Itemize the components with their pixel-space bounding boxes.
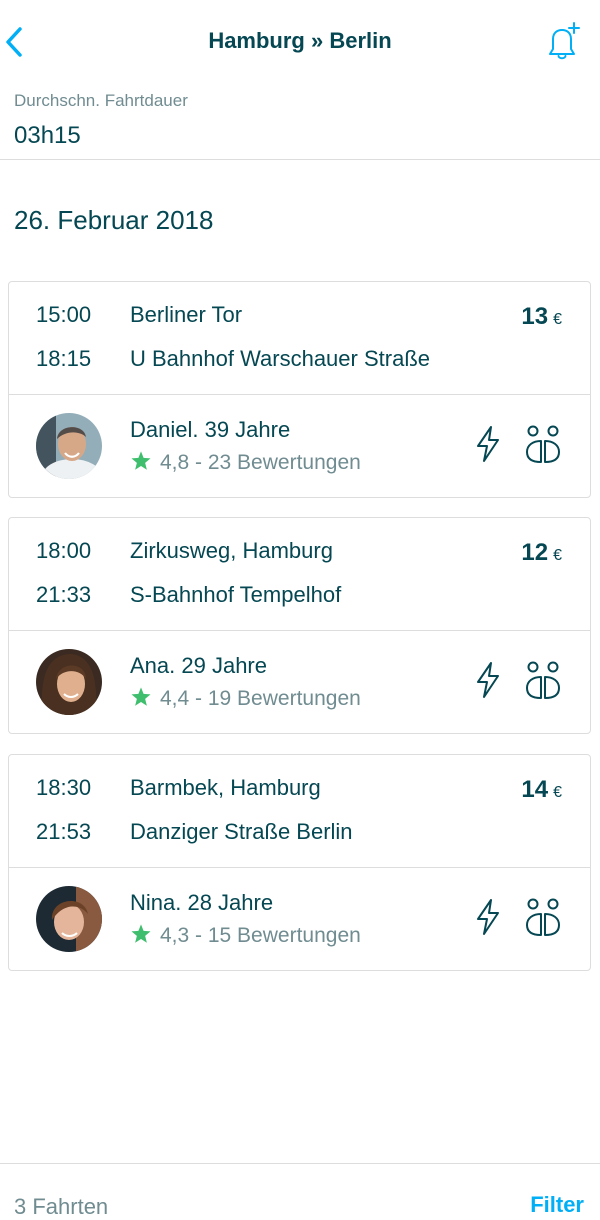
arrival-place: S-Bahnhof Tempelhof (130, 582, 342, 607)
trip-card[interactable]: 15:00 Berliner Tor 18:15 U Bahnhof Warsc… (8, 281, 591, 498)
avatar (36, 649, 102, 715)
driver-name: Nina. 28 Jahre (130, 890, 274, 915)
driver-rating: 4,8 - 23 Bewertungen (130, 450, 361, 475)
star-icon (131, 451, 151, 470)
top-bar: Hamburg » Berlin (0, 0, 600, 84)
arrival-place: Danziger Straße Berlin (130, 819, 353, 844)
arrival-time: 21:33 (36, 582, 92, 607)
page-title: Hamburg » Berlin (208, 28, 392, 53)
instant-booking-icon (477, 899, 499, 935)
arrival-time: 18:15 (36, 346, 92, 371)
departure-place: Barmbek, Hamburg (130, 775, 321, 800)
price-currency: € (553, 784, 562, 801)
bell-plus-icon (549, 22, 580, 60)
price-amount: 13 (521, 303, 549, 330)
trip-price: 12 € (521, 539, 562, 567)
trip-price: 14 € (521, 776, 562, 804)
departure-time: 18:00 (36, 538, 92, 563)
driver-name: Ana. 29 Jahre (130, 653, 267, 678)
max-two-back-icon (526, 425, 560, 463)
star-icon (131, 924, 151, 943)
max-two-back-icon (526, 661, 560, 699)
departure-time: 18:30 (36, 775, 92, 800)
avg-duration-label: Durchschn. Fahrtdauer (14, 91, 188, 110)
arrival-place: U Bahnhof Warschauer Straße (130, 346, 430, 371)
card-divider (9, 394, 590, 395)
rating-text: 4,3 - 15 Bewertungen (160, 924, 361, 947)
footer-divider (0, 1163, 600, 1164)
star-icon (131, 687, 151, 706)
avatar (36, 413, 102, 479)
filter-button[interactable]: Filter (530, 1192, 584, 1218)
driver-name: Daniel. 39 Jahre (130, 417, 291, 442)
price-amount: 12 (521, 539, 549, 566)
driver-rating: 4,4 - 19 Bewertungen (130, 686, 361, 711)
rating-text: 4,8 - 23 Bewertungen (160, 451, 361, 474)
trip-card[interactable]: 18:00 Zirkusweg, Hamburg 21:33 S-Bahnhof… (8, 517, 591, 734)
trip-card[interactable]: 18:30 Barmbek, Hamburg 21:53 Danziger St… (8, 754, 591, 971)
price-amount: 14 (521, 776, 549, 803)
date-heading: 26. Februar 2018 (14, 205, 214, 235)
instant-booking-icon (477, 426, 499, 462)
card-divider (9, 630, 590, 631)
arrival-time: 21:53 (36, 819, 92, 844)
price-currency: € (553, 547, 562, 564)
departure-place: Berliner Tor (130, 302, 243, 327)
driver-rating: 4,3 - 15 Bewertungen (130, 923, 361, 948)
trip-count: 3 Fahrten (14, 1194, 109, 1219)
instant-booking-icon (477, 662, 499, 698)
avg-duration-value: 03h15 (14, 122, 81, 149)
create-alert-button[interactable] (540, 20, 584, 64)
card-divider (9, 867, 590, 868)
rating-text: 4,4 - 19 Bewertungen (160, 687, 361, 710)
departure-place: Zirkusweg, Hamburg (130, 538, 333, 563)
divider (0, 159, 600, 160)
max-two-back-icon (526, 898, 560, 936)
avatar (36, 886, 102, 952)
departure-time: 15:00 (36, 302, 92, 327)
price-currency: € (553, 311, 562, 328)
trip-price: 13 € (521, 303, 562, 331)
